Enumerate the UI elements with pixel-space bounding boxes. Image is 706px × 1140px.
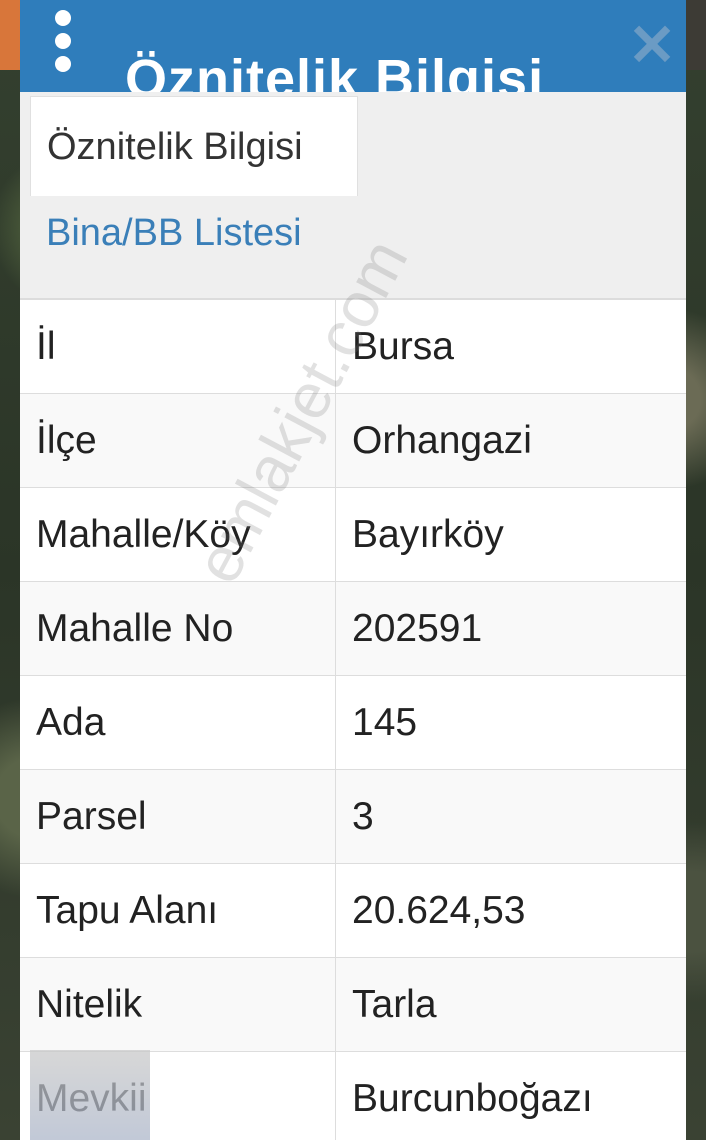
attribute-value: 202591	[335, 581, 686, 676]
header-title: Öznitelik Bilgisi	[125, 49, 545, 92]
table-row: Parsel 3	[20, 769, 686, 864]
attribute-value: Bayırköy	[335, 487, 686, 582]
dialog-header: Öznitelik Bilgisi ✕	[20, 0, 686, 92]
attribute-value: Burcunboğazı	[335, 1051, 686, 1140]
attribute-key: Ada	[20, 675, 336, 770]
table-row: Mahalle/Köy Bayırköy	[20, 487, 686, 582]
tab-building-list[interactable]: Bina/BB Listesi	[46, 212, 302, 255]
table-row: Ada 145	[20, 675, 686, 770]
orange-edge	[0, 0, 20, 70]
attribute-key: Nitelik	[20, 957, 336, 1052]
attribute-key: Parsel	[20, 769, 336, 864]
attribute-value: 145	[335, 675, 686, 770]
close-icon[interactable]: ✕	[624, 17, 680, 75]
attribute-value: 20.624,53	[335, 863, 686, 958]
more-vertical-icon[interactable]	[48, 10, 78, 72]
attribute-value: Orhangazi	[335, 393, 686, 488]
table-row: Mahalle No 202591	[20, 581, 686, 676]
logo-stamp	[30, 1050, 150, 1140]
attribute-table: İl Bursa İlçe Orhangazi Mahalle/Köy Bayırköy M…	[20, 298, 686, 1140]
table-row: Nitelik Tarla	[20, 957, 686, 1052]
table-row: Tapu Alanı 20.624,53	[20, 863, 686, 958]
attribute-key: Tapu Alanı	[20, 863, 336, 958]
attribute-value: 3	[335, 769, 686, 864]
attribute-value: Tarla	[335, 957, 686, 1052]
table-row: İlçe Orhangazi	[20, 393, 686, 488]
tab-attribute-info[interactable]: Öznitelik Bilgisi	[30, 96, 358, 196]
attribute-key: Mahalle No	[20, 581, 336, 676]
